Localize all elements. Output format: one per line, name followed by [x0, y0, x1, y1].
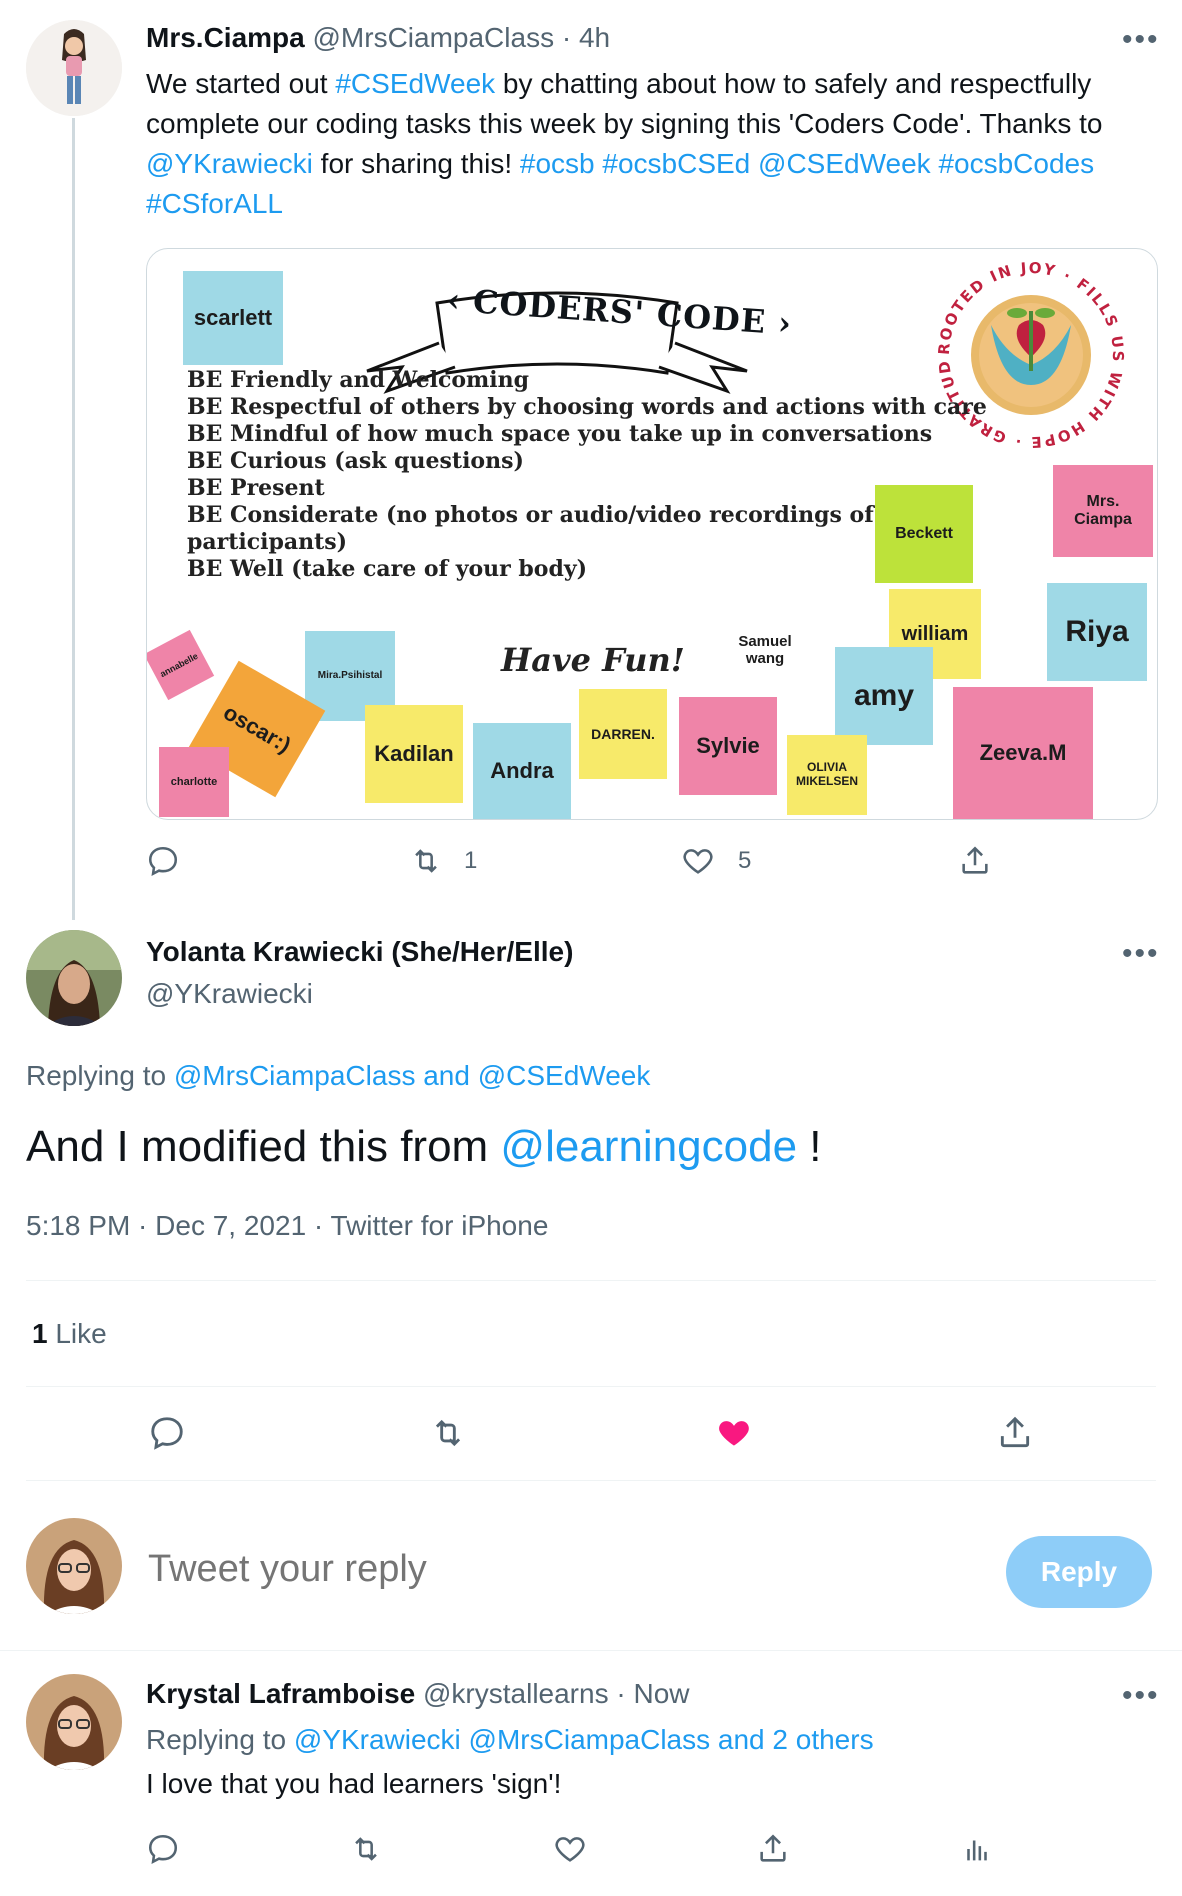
section-separator — [0, 1650, 1182, 1651]
note-olivia: OLIVIA MIKELSEN — [787, 735, 867, 815]
tweet3-replying-to[interactable]: @YKrawiecki @MrsCiampaClass and 2 others — [294, 1724, 874, 1755]
tweet3-more-icon[interactable]: ••• — [1122, 1681, 1160, 1711]
tweet1-share-button[interactable] — [958, 844, 992, 878]
tweet1-image[interactable]: ‹ CODERS' CODE › ROOTED IN JOY · FILLS U… — [146, 248, 1158, 820]
tweet3-replying-label: Replying to — [146, 1724, 294, 1755]
tweet2-reply-button[interactable] — [148, 1414, 186, 1452]
tweet2-mention-link[interactable]: @learningcode — [500, 1122, 797, 1171]
tweet2-meta[interactable]: 5:18 PM · Dec 7, 2021 · Twitter for iPho… — [26, 1210, 548, 1242]
tweet2-text: And I modified this from @learningcode ! — [26, 1122, 822, 1172]
tweet3-like-button[interactable] — [552, 1832, 588, 1866]
tweet2-replying-label: Replying to — [26, 1060, 174, 1091]
analytics-icon — [967, 1840, 987, 1861]
note-beckett: Beckett — [875, 485, 973, 583]
tweet2-like-stats[interactable]: 1 Like — [32, 1318, 107, 1350]
tweet2-handle[interactable]: @YKrawiecki — [146, 978, 313, 1010]
note-sylvie: Sylvie — [679, 697, 777, 795]
rule-line: BE Mindful of how much space you take up… — [187, 421, 933, 447]
divider — [26, 1280, 1156, 1281]
tweet2-like-label: Like — [47, 1318, 107, 1349]
reply-icon — [148, 1834, 178, 1865]
note-kadilan: Kadilan — [365, 705, 463, 803]
tweet2-display-name[interactable]: Yolanta Krawiecki (She/Her/Elle) — [146, 936, 573, 968]
note-zeeva: Zeeva.M — [953, 687, 1093, 819]
heart-icon — [683, 849, 713, 874]
rule-line: BE Curious (ask questions) — [187, 448, 524, 474]
avatar-krystal[interactable] — [26, 1674, 122, 1770]
have-fun-text: Have Fun! — [501, 641, 685, 679]
tweet1-like-count: 5 — [738, 847, 752, 874]
reply-button[interactable]: Reply — [1006, 1536, 1152, 1608]
tweet2-share-button[interactable] — [996, 1414, 1034, 1452]
divider — [26, 1386, 1156, 1387]
tweet2-text-body: And I modified this from — [26, 1122, 501, 1171]
note-andra: Andra — [473, 723, 571, 819]
retweet-icon — [355, 1837, 377, 1861]
tweet1-display-name[interactable]: Mrs.Ciampa — [146, 22, 305, 53]
note-riya: Riya — [1047, 583, 1147, 681]
tweet3-share-button[interactable] — [756, 1832, 790, 1866]
tweet3-display-name[interactable]: Krystal Laframboise — [146, 1678, 415, 1709]
avatar-yolanta[interactable] — [26, 930, 122, 1026]
tweet2-more-icon[interactable]: ••• — [1122, 939, 1160, 969]
reply-icon — [151, 1417, 183, 1450]
tweet2-like-count: 1 — [32, 1318, 48, 1349]
tweet3-reply-button[interactable] — [146, 1832, 180, 1866]
note-darren: DARREN. — [579, 689, 667, 779]
tweet1-text-segment: We started out — [146, 68, 336, 99]
tweet2-like-button[interactable] — [714, 1414, 754, 1452]
tweet1-link[interactable]: #CSEdWeek — [335, 68, 495, 99]
reply-icon — [148, 846, 178, 877]
retweet-icon — [435, 1419, 461, 1447]
tweet1-handle[interactable]: @MrsCiampaClass — [313, 22, 555, 53]
tweet1-text: We started out #CSEdWeek by chatting abo… — [146, 64, 1106, 224]
tweet1-retweet-button[interactable]: 1 — [408, 844, 477, 878]
tweet3-analytics-button[interactable] — [960, 1832, 994, 1866]
note-charlotte: charlotte — [159, 747, 229, 817]
rule-line: BE Considerate (no photos or audio/video… — [187, 502, 874, 528]
tweet1-reply-button[interactable] — [146, 844, 180, 878]
tweet3-time[interactable]: · Now — [616, 1678, 689, 1709]
tweet1-like-button[interactable]: 5 — [680, 844, 751, 878]
tweet2-replying-to[interactable]: @MrsCiampaClass and @CSEdWeek — [174, 1060, 650, 1091]
tweet2-replying-line: Replying to @MrsCiampaClass and @CSEdWee… — [26, 1060, 650, 1092]
tweet1-text-segment: for sharing this! — [312, 148, 520, 179]
thread-line — [72, 118, 75, 920]
tweet3-replying-line: Replying to @YKrawiecki @MrsCiampaClass … — [146, 1724, 874, 1756]
tweet2-text-end: ! — [797, 1122, 822, 1171]
retweet-icon — [415, 849, 437, 873]
avatar-current-user — [26, 1518, 122, 1614]
rule-line: participants) — [187, 529, 348, 555]
rule-line: BE Respectful of others by choosing word… — [187, 394, 987, 420]
rule-line: BE Well (take care of your body) — [187, 556, 588, 582]
tweet3-handle[interactable]: @krystallearns — [423, 1678, 609, 1709]
tweet1-retweet-count: 1 — [464, 847, 478, 874]
share-icon — [962, 846, 988, 874]
note-scarlett: scarlett — [183, 271, 283, 365]
share-icon — [760, 1834, 786, 1862]
note-amy: amy — [835, 647, 933, 745]
tweet1-header: Mrs.Ciampa @MrsCiampaClass · 4h — [146, 22, 610, 54]
reply-input[interactable] — [146, 1540, 790, 1598]
note-samuel: Samuel wang — [738, 632, 792, 667]
tweet1-more-icon[interactable]: ••• — [1122, 25, 1160, 55]
heart-filled-icon — [719, 1421, 749, 1446]
rules-list: BE Friendly and Welcoming BE Respectful … — [187, 367, 987, 583]
tweet3-header: Krystal Laframboise @krystallearns · Now — [146, 1678, 690, 1710]
note-annabelle: annabelle — [147, 629, 215, 701]
note-mrs-ciampa: Mrs. Ciampa — [1053, 465, 1153, 557]
share-icon — [1000, 1416, 1030, 1448]
tweet1-link[interactable]: @YKrawiecki — [146, 148, 313, 179]
rule-line: BE Friendly and Welcoming — [187, 367, 530, 393]
tweet3-text: I love that you had learners 'sign'! — [146, 1768, 562, 1799]
avatar-mrs-ciampa[interactable] — [26, 20, 122, 116]
heart-icon — [555, 1837, 585, 1862]
tweet2-retweet-button[interactable] — [428, 1414, 468, 1452]
tweet1-time[interactable]: · 4h — [562, 22, 610, 53]
rule-line: BE Present — [187, 475, 325, 501]
tweet3-retweet-button[interactable] — [348, 1832, 384, 1866]
divider — [26, 1480, 1156, 1481]
